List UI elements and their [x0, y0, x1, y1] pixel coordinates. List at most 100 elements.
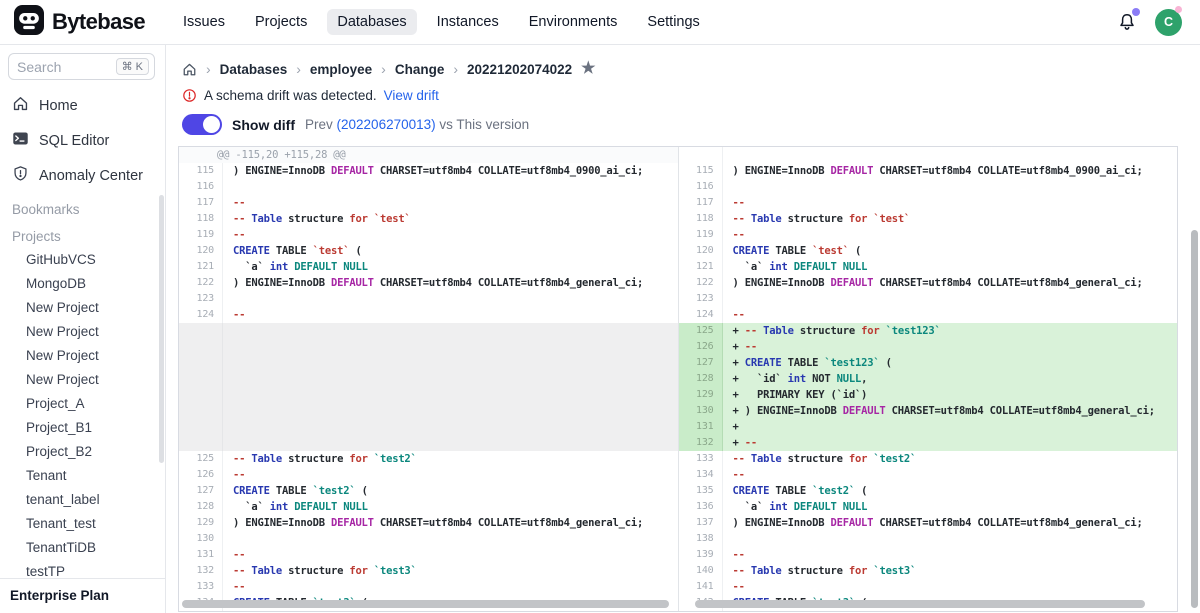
sidebar-project-testtp[interactable]: testTP: [8, 559, 155, 578]
diff-row: 139--: [679, 547, 1178, 563]
prev-version-link[interactable]: (202206270013): [337, 117, 436, 132]
home-icon[interactable]: [182, 62, 197, 77]
sidebar-project-new-project[interactable]: New Project: [8, 319, 155, 343]
diff-row-added: 131+: [679, 419, 1178, 435]
bytebase-logo-icon: [14, 5, 44, 40]
diff-row: 131--: [179, 547, 678, 563]
sidebar-item-home[interactable]: Home: [8, 88, 155, 123]
diff-row-added: 125+ -- Table structure for `test123`: [679, 323, 1178, 339]
diff-row: 127CREATE TABLE `test2` (: [179, 483, 678, 499]
diff-row: [179, 339, 678, 355]
diff-pane-current: 115) ENGINE=InnoDB DEFAULT CHARSET=utf8m…: [679, 147, 1178, 611]
breadcrumb-item[interactable]: employee: [310, 62, 372, 77]
star-icon[interactable]: ★: [581, 61, 595, 77]
sidebar-project-tenant-label[interactable]: tenant_label: [8, 487, 155, 511]
bytebase-logo[interactable]: Bytebase: [14, 5, 145, 40]
diff-row: 118-- Table structure for `test`: [679, 211, 1178, 227]
breadcrumb-separator: ›: [296, 61, 301, 77]
diff-row: 117--: [179, 195, 678, 211]
diff-row: 116: [679, 179, 1178, 195]
diff-row: 140-- Table structure for `test3`: [679, 563, 1178, 579]
breadcrumb-separator: ›: [381, 61, 386, 77]
sidebar-project-project-b1[interactable]: Project_B1: [8, 415, 155, 439]
diff-row-added: 130+ ) ENGINE=InnoDB DEFAULT CHARSET=utf…: [679, 403, 1178, 419]
sidebar-item-label: Home: [39, 98, 78, 114]
app-window: Bytebase Issues Projects Databases Instance…: [0, 0, 1200, 613]
breadcrumb-item[interactable]: 20221202074022: [467, 62, 572, 77]
diff-row: 121 `a` int DEFAULT NULL: [679, 259, 1178, 275]
search-input[interactable]: [17, 59, 95, 75]
vs-label: vs This version: [439, 117, 529, 132]
nav-item-databases[interactable]: Databases: [327, 9, 416, 35]
diff-row: 119--: [679, 227, 1178, 243]
sidebar-project-tenanttidb[interactable]: TenantTiDB: [8, 535, 155, 559]
topbar-right: C: [1117, 9, 1182, 36]
nav-item-instances[interactable]: Instances: [427, 9, 509, 35]
sidebar: ⌘ K Home: [0, 45, 166, 613]
alert-text: A schema drift was detected.: [204, 88, 377, 103]
diff-row: 115) ENGINE=InnoDB DEFAULT CHARSET=utf8m…: [679, 163, 1178, 179]
diff-row: 120CREATE TABLE `test` (: [179, 243, 678, 259]
schema-drift-alert: A schema drift was detected. View drift: [182, 87, 1178, 112]
sidebar-project-project-a[interactable]: Project_A: [8, 391, 155, 415]
breadcrumb-item[interactable]: Change: [395, 62, 445, 77]
sidebar-section-bookmarks: Bookmarks: [8, 193, 155, 220]
diff-row: 135CREATE TABLE `test2` (: [679, 483, 1178, 499]
show-diff-toggle[interactable]: [182, 114, 222, 135]
sidebar-project-project-b2[interactable]: Project_B2: [8, 439, 155, 463]
notifications-button[interactable]: [1117, 12, 1137, 32]
horizontal-scrollbar-right-pane[interactable]: [695, 600, 1145, 608]
diff-hunk-header: @@ -115,20 +115,28 @@: [179, 147, 678, 163]
sidebar-project-githubvcs[interactable]: GitHubVCS: [8, 247, 155, 271]
shield-icon: [12, 165, 29, 186]
diff-row: 125-- Table structure for `test2`: [179, 451, 678, 467]
view-drift-link[interactable]: View drift: [384, 88, 439, 103]
diff-row: [179, 435, 678, 451]
sidebar-project-new-project[interactable]: New Project: [8, 295, 155, 319]
diff-row: 118-- Table structure for `test`: [179, 211, 678, 227]
diff-row: 120CREATE TABLE `test` (: [679, 243, 1178, 259]
home-icon: [12, 95, 29, 116]
sidebar-item-anomaly-center[interactable]: Anomaly Center: [8, 158, 155, 193]
avatar-initial: C: [1164, 15, 1173, 29]
sidebar-project-new-project[interactable]: New Project: [8, 367, 155, 391]
notification-badge-dot: [1132, 8, 1140, 16]
window-scrollbar-thumb[interactable]: [1191, 230, 1198, 608]
breadcrumb-separator: ›: [206, 61, 211, 77]
diff-row-added: 132+ --: [679, 435, 1178, 451]
diff-row: 117--: [679, 195, 1178, 211]
diff-row: [179, 371, 678, 387]
nav-item-settings[interactable]: Settings: [637, 9, 709, 35]
search-box[interactable]: ⌘ K: [8, 53, 155, 80]
sidebar-project-tenant[interactable]: Tenant: [8, 463, 155, 487]
diff-row: 122) ENGINE=InnoDB DEFAULT CHARSET=utf8m…: [679, 275, 1178, 291]
diff-row: 122) ENGINE=InnoDB DEFAULT CHARSET=utf8m…: [179, 275, 678, 291]
diff-row: [179, 387, 678, 403]
nav-item-environments[interactable]: Environments: [519, 9, 628, 35]
top-navigation-bar: Bytebase Issues Projects Databases Instance…: [0, 0, 1200, 45]
sidebar-item-sql-editor[interactable]: SQL Editor: [8, 123, 155, 158]
toggle-knob: [203, 116, 220, 133]
diff-row-added: 127+ CREATE TABLE `test123` (: [679, 355, 1178, 371]
diff-row: 138: [679, 531, 1178, 547]
diff-row: 132-- Table structure for `test3`: [179, 563, 678, 579]
horizontal-scrollbar-left-pane[interactable]: [182, 600, 669, 608]
diff-pane-previous: @@ -115,20 +115,28 @@115) ENGINE=InnoDB …: [179, 147, 679, 611]
breadcrumb-separator: ›: [453, 61, 458, 77]
nav-item-projects[interactable]: Projects: [245, 9, 317, 35]
breadcrumb-item[interactable]: Databases: [220, 62, 288, 77]
diff-row: 128 `a` int DEFAULT NULL: [179, 499, 678, 515]
diff-row: 126--: [179, 467, 678, 483]
sidebar-project-mongodb[interactable]: MongoDB: [8, 271, 155, 295]
diff-row: [679, 147, 1178, 163]
plan-badge: Enterprise Plan: [0, 578, 165, 613]
sidebar-project-tenant-test[interactable]: Tenant_test: [8, 511, 155, 535]
error-icon: [182, 88, 197, 103]
user-avatar[interactable]: C: [1155, 9, 1182, 36]
sidebar-project-new-project[interactable]: New Project: [8, 343, 155, 367]
sidebar-scrollbar-thumb[interactable]: [159, 195, 164, 463]
brand-name: Bytebase: [52, 9, 145, 35]
nav-item-issues[interactable]: Issues: [173, 9, 235, 35]
sidebar-projects-list: GitHubVCSMongoDBNew ProjectNew ProjectNe…: [8, 247, 155, 578]
diff-row: 129) ENGINE=InnoDB DEFAULT CHARSET=utf8m…: [179, 515, 678, 531]
